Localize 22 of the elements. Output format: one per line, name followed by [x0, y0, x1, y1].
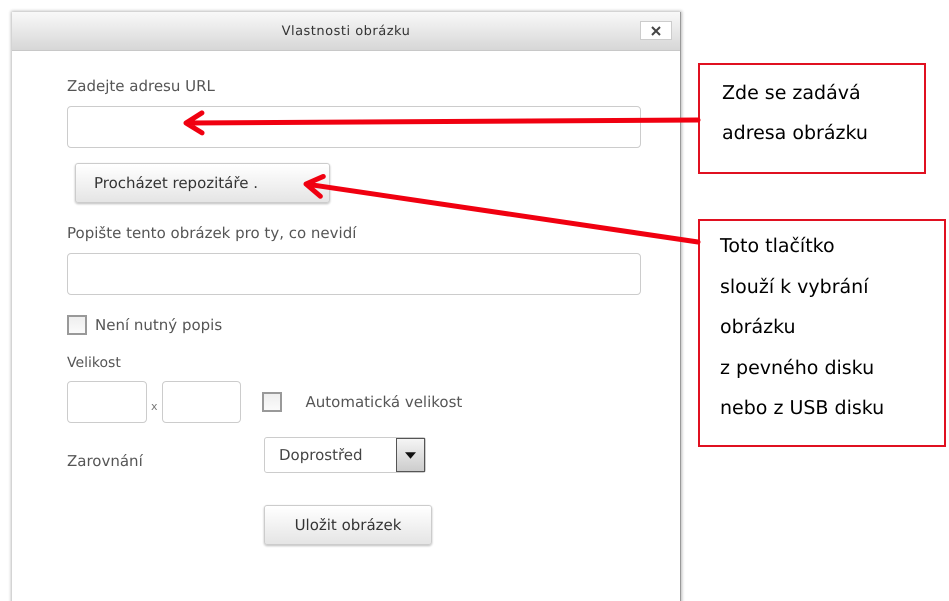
callout-box: Toto tlačítko slouží k vybrání obrázku z pevného disku nebo z USB disku — [698, 219, 946, 447]
checkbox-label: Automatická velikost — [306, 393, 462, 411]
close-icon — [651, 26, 661, 36]
field-label: Zadejte adresu URL — [67, 77, 215, 95]
field-label: Zarovnání — [67, 452, 144, 470]
save-button[interactable]: Uložit obrázek — [264, 505, 432, 545]
alignment-dropdown[interactable]: Doprostřed — [264, 437, 426, 473]
checkbox[interactable] — [67, 315, 87, 335]
description-field[interactable] — [67, 253, 641, 295]
checkbox[interactable] — [262, 392, 282, 412]
width-field[interactable] — [67, 381, 147, 423]
size-separator: x — [151, 400, 158, 412]
window-title: Vlastnosti obrázku — [282, 24, 410, 38]
browse-button[interactable]: Procházet repozitáře . — [75, 163, 330, 203]
field-label: Popište tento obrázek pro ty, co nevidí — [67, 224, 356, 242]
checkbox-label: Není nutný popis — [95, 316, 222, 334]
height-field[interactable] — [162, 381, 241, 423]
url-field[interactable] — [67, 106, 641, 148]
close-button[interactable] — [640, 21, 672, 40]
callout-box: Zde se zadává adresa obrázku — [698, 63, 926, 174]
field-label: Velikost — [67, 355, 121, 371]
caret-icon — [405, 452, 416, 458]
